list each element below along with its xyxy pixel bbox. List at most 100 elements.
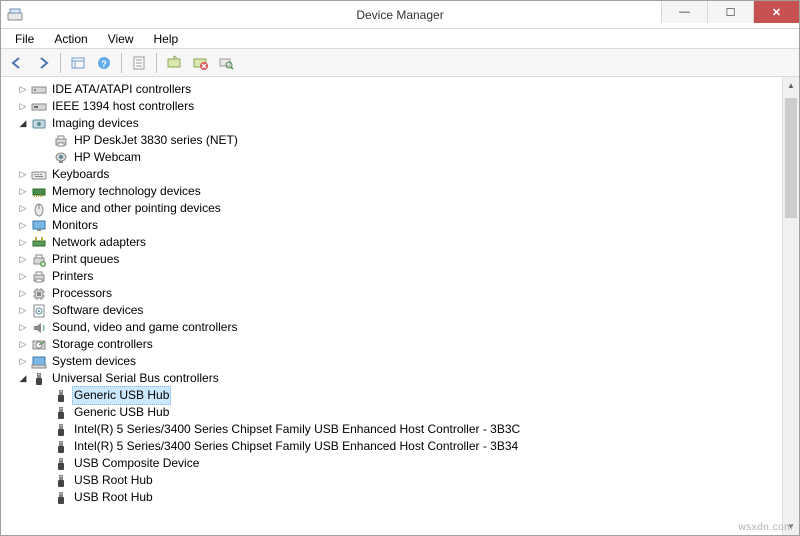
tree-node-label: USB Composite Device bbox=[72, 455, 201, 472]
toolbar-separator bbox=[60, 53, 61, 73]
show-hidden-button[interactable] bbox=[66, 52, 90, 74]
tree-node[interactable]: ▷Intel(R) 5 Series/3400 Series Chipset F… bbox=[9, 421, 782, 438]
tree-node[interactable]: ▷ Sound, video and game controllers bbox=[9, 319, 782, 336]
tree-node[interactable]: ▷USB Root Hub bbox=[9, 472, 782, 489]
expand-icon[interactable]: ▷ bbox=[17, 81, 29, 98]
update-driver-button[interactable] bbox=[162, 52, 186, 74]
usb-icon bbox=[53, 388, 69, 404]
tree-node[interactable]: ▷Generic USB Hub bbox=[9, 404, 782, 421]
titlebar: Device Manager — ☐ ✕ bbox=[1, 1, 799, 29]
tree-node-label: Generic USB Hub bbox=[72, 386, 171, 405]
tree-node-label: Mice and other pointing devices bbox=[50, 200, 223, 217]
expand-icon[interactable]: ▷ bbox=[17, 217, 29, 234]
scroll-track[interactable] bbox=[783, 94, 799, 518]
tree-node[interactable]: ▷ Print queues bbox=[9, 251, 782, 268]
tree-node[interactable]: ▷ Printers bbox=[9, 268, 782, 285]
menu-action[interactable]: Action bbox=[44, 30, 97, 48]
toolbar: ? bbox=[1, 49, 799, 77]
system-icon bbox=[31, 354, 47, 370]
expand-icon[interactable]: ▷ bbox=[17, 166, 29, 183]
expand-icon[interactable]: ▷ bbox=[17, 319, 29, 336]
tree-node[interactable]: ▷USB Composite Device bbox=[9, 455, 782, 472]
expand-icon[interactable]: ▷ bbox=[17, 268, 29, 285]
tree-node[interactable]: ▷ Storage controllers bbox=[9, 336, 782, 353]
menu-file[interactable]: File bbox=[5, 30, 44, 48]
maximize-button[interactable]: ☐ bbox=[707, 1, 753, 23]
tree-node[interactable]: ▷ Memory technology devices bbox=[9, 183, 782, 200]
memory-icon bbox=[31, 184, 47, 200]
tree-node[interactable]: ▷ Keyboards bbox=[9, 166, 782, 183]
ide-icon bbox=[31, 82, 47, 98]
monitor-icon bbox=[31, 218, 47, 234]
scroll-thumb[interactable] bbox=[785, 98, 797, 218]
tree-node-label: Sound, video and game controllers bbox=[50, 319, 239, 336]
device-tree[interactable]: ▷IDE ATA/ATAPI controllers▷IEEE 1394 hos… bbox=[1, 77, 782, 535]
tree-node-label: Print queues bbox=[50, 251, 121, 268]
tree-node[interactable]: ▷USB Root Hub bbox=[9, 489, 782, 506]
tree-node[interactable]: ▷System devices bbox=[9, 353, 782, 370]
scroll-up-button[interactable]: ▲ bbox=[783, 77, 799, 94]
usb-icon bbox=[53, 490, 69, 506]
tree-node[interactable]: ▷IDE ATA/ATAPI controllers bbox=[9, 81, 782, 98]
tree-node-label: HP DeskJet 3830 series (NET) bbox=[72, 132, 240, 149]
content-area: ▷IDE ATA/ATAPI controllers▷IEEE 1394 hos… bbox=[1, 77, 799, 535]
webcam-icon bbox=[53, 150, 69, 166]
tree-node[interactable]: ▷Processors bbox=[9, 285, 782, 302]
expand-icon[interactable]: ▷ bbox=[17, 336, 29, 353]
tree-node-label: Memory technology devices bbox=[50, 183, 203, 200]
svg-text:?: ? bbox=[101, 59, 107, 69]
sound-icon bbox=[31, 320, 47, 336]
imaging-icon bbox=[31, 116, 47, 132]
minimize-button[interactable]: — bbox=[661, 1, 707, 23]
window-controls: — ☐ ✕ bbox=[661, 1, 799, 23]
help-button[interactable]: ? bbox=[92, 52, 116, 74]
tree-node[interactable]: ▷HP Webcam bbox=[9, 149, 782, 166]
tree-node[interactable]: ◢Imaging devices bbox=[9, 115, 782, 132]
tree-node[interactable]: ▷Network adapters bbox=[9, 234, 782, 251]
tree-node[interactable]: ▷ IEEE 1394 host controllers bbox=[9, 98, 782, 115]
properties-button[interactable] bbox=[127, 52, 151, 74]
usb-icon bbox=[53, 439, 69, 455]
printer-icon bbox=[31, 269, 47, 285]
usb-icon bbox=[53, 473, 69, 489]
watermark: wsxdn.com bbox=[738, 522, 793, 533]
expand-icon[interactable]: ▷ bbox=[17, 251, 29, 268]
tree-node-label: Storage controllers bbox=[50, 336, 155, 353]
uninstall-button[interactable] bbox=[188, 52, 212, 74]
tree-node[interactable]: ▷Monitors bbox=[9, 217, 782, 234]
menu-view[interactable]: View bbox=[98, 30, 144, 48]
usb-icon bbox=[53, 422, 69, 438]
tree-node-label: USB Root Hub bbox=[72, 489, 155, 506]
ieee1394-icon bbox=[31, 99, 47, 115]
tree-node[interactable]: ▷Generic USB Hub bbox=[9, 387, 782, 404]
tree-node[interactable]: ◢Universal Serial Bus controllers bbox=[9, 370, 782, 387]
expand-icon[interactable]: ▷ bbox=[17, 302, 29, 319]
software-icon bbox=[31, 303, 47, 319]
cpu-icon bbox=[31, 286, 47, 302]
menu-help[interactable]: Help bbox=[144, 30, 189, 48]
tree-node[interactable]: ▷Intel(R) 5 Series/3400 Series Chipset F… bbox=[9, 438, 782, 455]
vertical-scrollbar[interactable]: ▲ ▼ bbox=[782, 77, 799, 535]
tree-node-label: IEEE 1394 host controllers bbox=[50, 98, 196, 115]
scan-hardware-button[interactable] bbox=[214, 52, 238, 74]
tree-node[interactable]: ▷HP DeskJet 3830 series (NET) bbox=[9, 132, 782, 149]
collapse-icon[interactable]: ◢ bbox=[17, 370, 29, 387]
expand-icon[interactable]: ▷ bbox=[17, 200, 29, 217]
expand-icon[interactable]: ▷ bbox=[17, 98, 29, 115]
expand-icon[interactable]: ▷ bbox=[17, 234, 29, 251]
close-button[interactable]: ✕ bbox=[753, 1, 799, 23]
forward-button[interactable] bbox=[31, 52, 55, 74]
expand-icon[interactable]: ▷ bbox=[17, 353, 29, 370]
tree-node-label: Keyboards bbox=[50, 166, 111, 183]
back-button[interactable] bbox=[5, 52, 29, 74]
collapse-icon[interactable]: ◢ bbox=[17, 115, 29, 132]
storage-icon bbox=[31, 337, 47, 353]
tree-node[interactable]: ▷ Mice and other pointing devices bbox=[9, 200, 782, 217]
printq-icon bbox=[31, 252, 47, 268]
tree-node-label: Printers bbox=[50, 268, 95, 285]
expand-icon[interactable]: ▷ bbox=[17, 285, 29, 302]
tree-node[interactable]: ▷Software devices bbox=[9, 302, 782, 319]
usb-icon bbox=[53, 405, 69, 421]
expand-icon[interactable]: ▷ bbox=[17, 183, 29, 200]
app-icon bbox=[7, 7, 23, 23]
